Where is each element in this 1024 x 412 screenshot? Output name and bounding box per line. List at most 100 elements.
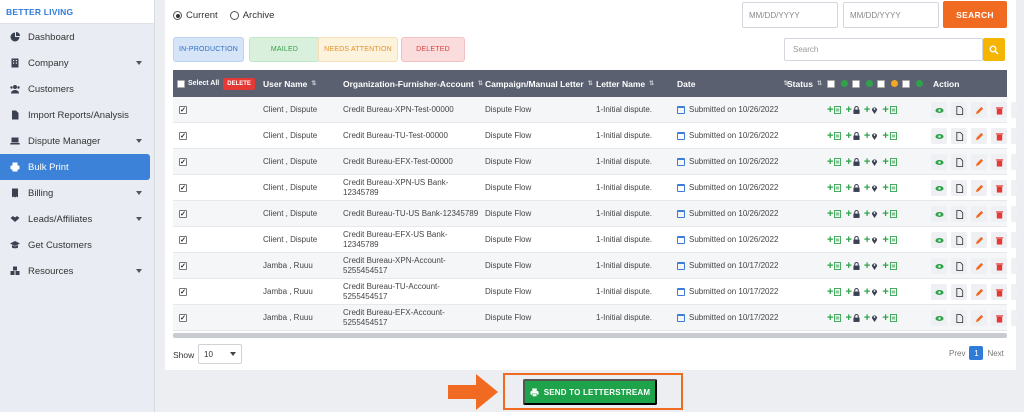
add-document-icon[interactable]: +: [827, 313, 842, 324]
date-from-input[interactable]: MM/DD/YYYY: [742, 2, 838, 28]
document-button[interactable]: [951, 310, 967, 326]
add-lock-icon[interactable]: +: [845, 235, 860, 246]
add-pin-icon[interactable]: +: [864, 313, 878, 324]
add-pin-icon[interactable]: +: [864, 105, 878, 116]
edit-button[interactable]: [971, 206, 987, 222]
table-search-input[interactable]: Search: [784, 38, 983, 61]
radio-dot-selected[interactable]: [173, 11, 182, 20]
delete-button[interactable]: [991, 102, 1007, 118]
header-user-name[interactable]: User Name ⇅: [263, 70, 316, 97]
chevron-down-icon[interactable]: [136, 139, 142, 143]
add-document-icon[interactable]: +: [882, 235, 897, 246]
add-lock-icon[interactable]: +: [845, 261, 860, 272]
document-button[interactable]: [951, 206, 967, 222]
chevron-down-icon[interactable]: [136, 61, 142, 65]
more-button[interactable]: [1011, 128, 1017, 144]
add-document-icon[interactable]: +: [827, 261, 842, 272]
document-button[interactable]: [951, 128, 967, 144]
header-date[interactable]: Date ⇅: [677, 70, 788, 97]
add-document-icon[interactable]: +: [827, 183, 842, 194]
add-document-icon[interactable]: +: [882, 209, 897, 220]
delete-button[interactable]: [991, 284, 1007, 300]
document-button[interactable]: [951, 180, 967, 196]
chevron-down-icon[interactable]: [136, 269, 142, 273]
bulk-checkbox-4[interactable]: [902, 79, 910, 88]
horizontal-scrollbar[interactable]: [173, 333, 1007, 338]
add-lock-icon[interactable]: +: [845, 131, 860, 142]
add-lock-icon[interactable]: +: [845, 209, 860, 220]
sidebar-item-dashboard[interactable]: Dashboard: [0, 24, 154, 50]
more-button[interactable]: [1011, 102, 1017, 118]
chip-in-production[interactable]: IN-PRODUCTION: [173, 37, 244, 62]
row-checkbox[interactable]: [179, 184, 187, 192]
more-button[interactable]: [1011, 180, 1017, 196]
add-lock-icon[interactable]: +: [845, 313, 860, 324]
header-account[interactable]: Organization-Furnisher-Account ⇅: [343, 70, 483, 97]
sidebar-item-resources[interactable]: Resources: [0, 258, 154, 284]
add-pin-icon[interactable]: +: [864, 287, 878, 298]
sort-icon[interactable]: ⇅: [649, 80, 654, 87]
sidebar-item-dispute-manager[interactable]: Dispute Manager: [0, 128, 154, 154]
add-document-icon[interactable]: +: [882, 157, 897, 168]
document-button[interactable]: [951, 154, 967, 170]
delete-selected-button[interactable]: DELETE: [223, 77, 255, 90]
more-button[interactable]: [1011, 206, 1017, 222]
bulk-checkbox-1[interactable]: [827, 79, 835, 88]
view-button[interactable]: [931, 232, 947, 248]
more-button[interactable]: [1011, 232, 1017, 248]
view-button[interactable]: [931, 180, 947, 196]
current-page[interactable]: 1: [969, 346, 984, 360]
add-document-icon[interactable]: +: [827, 105, 842, 116]
delete-button[interactable]: [991, 154, 1007, 170]
edit-button[interactable]: [971, 258, 987, 274]
view-button[interactable]: [931, 258, 947, 274]
send-to-letterstream-button[interactable]: SEND TO LETTERSTREAM: [523, 379, 657, 405]
radio-current[interactable]: Current: [173, 10, 218, 21]
chip-deleted[interactable]: DELETED: [401, 37, 465, 62]
row-checkbox[interactable]: [179, 288, 187, 296]
select-all-checkbox[interactable]: [177, 79, 185, 88]
add-lock-icon[interactable]: +: [845, 287, 860, 298]
sort-icon[interactable]: ⇅: [588, 80, 593, 87]
sidebar-item-import-reports-analysis[interactable]: Import Reports/Analysis: [0, 102, 154, 128]
add-document-icon[interactable]: +: [827, 235, 842, 246]
sidebar-item-billing[interactable]: Billing: [0, 180, 154, 206]
delete-button[interactable]: [991, 180, 1007, 196]
sidebar-item-get-customers[interactable]: Get Customers: [0, 232, 154, 258]
view-button[interactable]: [931, 102, 947, 118]
next-page-link[interactable]: Next: [987, 349, 1003, 358]
chip-mailed[interactable]: MAILED: [249, 37, 320, 62]
add-document-icon[interactable]: +: [827, 287, 842, 298]
add-document-icon[interactable]: +: [882, 183, 897, 194]
row-checkbox[interactable]: [179, 132, 187, 140]
header-campaign[interactable]: Campaign/Manual Letter ⇅: [485, 70, 593, 97]
add-document-icon[interactable]: +: [882, 313, 897, 324]
prev-page-link[interactable]: Prev: [949, 349, 965, 358]
row-checkbox[interactable]: [179, 106, 187, 114]
add-pin-icon[interactable]: +: [864, 183, 878, 194]
row-checkbox[interactable]: [179, 210, 187, 218]
view-button[interactable]: [931, 206, 947, 222]
sort-icon[interactable]: ⇅: [478, 80, 483, 87]
add-document-icon[interactable]: +: [827, 209, 842, 220]
sort-icon[interactable]: ⇅: [311, 80, 316, 87]
edit-button[interactable]: [971, 232, 987, 248]
edit-button[interactable]: [971, 128, 987, 144]
edit-button[interactable]: [971, 154, 987, 170]
add-document-icon[interactable]: +: [882, 287, 897, 298]
sidebar-item-customers[interactable]: Customers: [0, 76, 154, 102]
delete-button[interactable]: [991, 128, 1007, 144]
edit-button[interactable]: [971, 180, 987, 196]
add-pin-icon[interactable]: +: [864, 157, 878, 168]
add-document-icon[interactable]: +: [827, 131, 842, 142]
sidebar-item-bulk-print[interactable]: Bulk Print: [0, 154, 150, 180]
add-document-icon[interactable]: +: [882, 261, 897, 272]
radio-archive[interactable]: Archive: [229, 10, 274, 21]
row-checkbox[interactable]: [179, 262, 187, 270]
row-checkbox[interactable]: [179, 158, 187, 166]
document-button[interactable]: [951, 232, 967, 248]
chip-needs-attention[interactable]: NEEDS ATTENTION: [318, 37, 398, 62]
add-document-icon[interactable]: +: [882, 105, 897, 116]
add-document-icon[interactable]: +: [827, 157, 842, 168]
delete-button[interactable]: [991, 206, 1007, 222]
